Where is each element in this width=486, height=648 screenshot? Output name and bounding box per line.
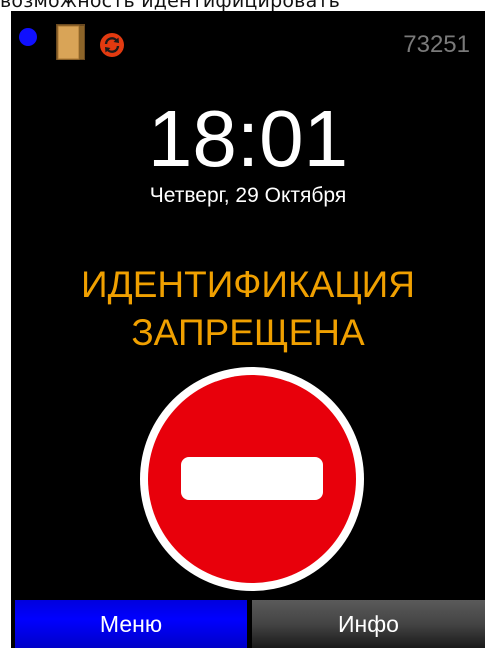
bottom-bar: Меню Инфо [11,600,485,648]
no-entry-sign-icon [140,367,364,591]
door-icon [56,24,85,60]
caption-text: возможность идентифицировать [0,0,341,11]
clock-date: Четверг, 29 Октября [149,184,347,207]
sync-icon [100,33,124,57]
info-button[interactable]: Инфо [252,600,485,648]
status-line-2: ЗАПРЕЩЕНА [131,312,365,353]
status-message: ИДЕНТИФИКАЦИЯ ЗАПРЕЩЕНА [11,261,485,357]
terminal-screen: 73251 18:01 Четверг, 29 Октября ИДЕНТИФИ… [11,11,485,648]
menu-button[interactable]: Меню [15,600,247,648]
clock-time: 18:01 [147,94,349,183]
status-bar: 73251 [11,11,485,71]
status-dot-icon [19,28,37,46]
status-line-1: ИДЕНТИФИКАЦИЯ [81,264,415,305]
device-id: 73251 [403,31,470,58]
